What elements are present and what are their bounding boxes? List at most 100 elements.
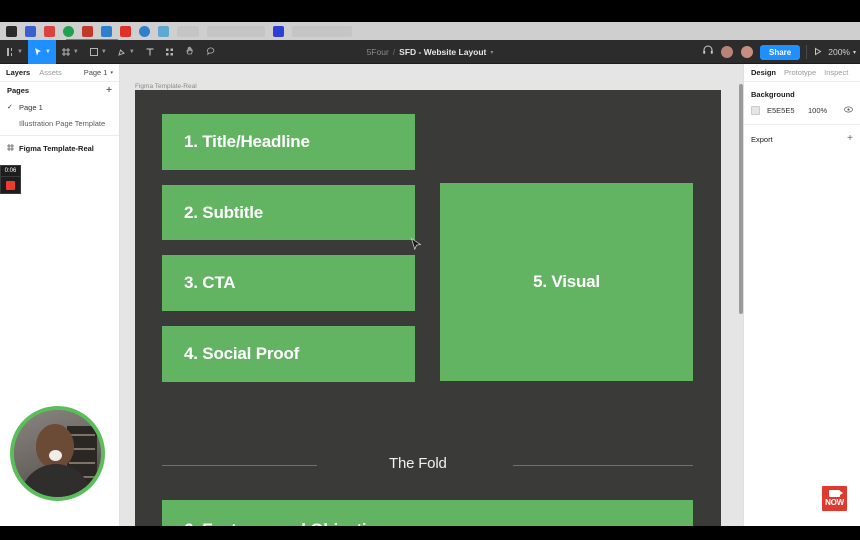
chevron-down-icon: ▼ xyxy=(44,48,51,55)
pen-tool-icon[interactable]: ▼ xyxy=(112,40,140,64)
frame-tool-icon[interactable]: ▼ xyxy=(56,40,84,64)
fold-divider-right xyxy=(513,465,693,466)
block-label: 5. Visual xyxy=(533,272,600,291)
webcam-video-bubble[interactable] xyxy=(10,406,105,501)
chevron-down-icon: ▼ xyxy=(128,48,135,55)
hand-tool-icon[interactable] xyxy=(180,40,201,64)
tab-title-placeholder-1[interactable] xyxy=(177,25,199,37)
block-title-headline[interactable]: 1. Title/Headline xyxy=(162,114,415,170)
webcam-person-head xyxy=(36,424,74,468)
add-export-button[interactable]: + xyxy=(847,134,853,144)
chevron-down-icon: ▼ xyxy=(100,48,107,55)
browser-chrome xyxy=(0,0,860,42)
stop-recording-button[interactable] xyxy=(0,177,21,194)
pages-section-label: Pages xyxy=(7,86,30,95)
tab-favicon-5[interactable] xyxy=(82,25,93,37)
fold-label: The Fold xyxy=(389,455,447,472)
page-item-page-1[interactable]: ✓ Page 1 xyxy=(0,99,119,115)
chevron-down-icon: ▼ xyxy=(72,48,79,55)
tab-favicon-7[interactable] xyxy=(120,25,131,37)
file-name[interactable]: SFD - Website Layout xyxy=(399,47,486,57)
camera-icon xyxy=(829,490,843,497)
browser-titlebar xyxy=(0,0,860,22)
page-item-label: Page 1 xyxy=(19,102,43,112)
panel-divider xyxy=(744,124,860,125)
tab-layers[interactable]: Layers xyxy=(6,68,30,77)
page-selector[interactable]: Page 1 ▾ xyxy=(84,68,113,77)
stop-square-icon xyxy=(6,180,15,190)
page-item-label: Illustration Page Template xyxy=(19,118,106,128)
toolbar-divider xyxy=(806,45,808,59)
shape-tool-icon[interactable]: ▼ xyxy=(84,40,112,64)
frame-name-label[interactable]: Figma Template-Real xyxy=(135,83,197,90)
tab-favicon-10[interactable] xyxy=(273,25,284,37)
block-subtitle[interactable]: 2. Subtitle xyxy=(162,185,415,240)
main-menu-icon[interactable]: ▼ xyxy=(0,40,28,64)
tab-favicon-3[interactable] xyxy=(44,25,55,37)
block-cta[interactable]: 3. CTA xyxy=(162,255,415,311)
background-section-label: Background xyxy=(751,90,795,99)
chevron-down-icon: ▾ xyxy=(110,69,113,76)
tab-favicon-1[interactable] xyxy=(6,25,17,37)
zoom-level-control[interactable]: 200% ▾ xyxy=(828,47,856,57)
right-panel-tabs: Design Prototype Inspect xyxy=(744,64,860,82)
frame-layer-icon xyxy=(7,143,14,153)
panel-divider xyxy=(0,135,119,136)
tab-favicon-9[interactable] xyxy=(158,25,169,37)
chevron-down-icon: ▼ xyxy=(17,48,23,55)
layer-item-label: Figma Template-Real xyxy=(19,143,94,153)
tab-title-placeholder-2[interactable] xyxy=(207,25,265,37)
tab-design[interactable]: Design xyxy=(751,68,776,77)
zoom-level-value: 200% xyxy=(828,47,850,57)
text-tool-icon[interactable] xyxy=(140,40,160,64)
design-panel: Design Prototype Inspect Background E5E5… xyxy=(743,64,860,540)
block-visual[interactable]: 5. Visual xyxy=(440,183,693,381)
background-color-row[interactable]: E5E5E5 100% xyxy=(744,102,860,118)
now-badge-label: NOW xyxy=(825,498,844,507)
eye-icon[interactable] xyxy=(844,106,853,115)
pages-section-header: Pages + xyxy=(0,82,119,99)
add-page-button[interactable]: + xyxy=(106,85,112,96)
tab-assets[interactable]: Assets xyxy=(39,68,62,77)
resources-icon[interactable] xyxy=(160,40,180,64)
background-hex-value[interactable]: E5E5E5 xyxy=(767,106,801,115)
background-opacity-value[interactable]: 100% xyxy=(808,106,832,115)
collaborator-avatar-1[interactable] xyxy=(720,45,734,59)
tab-prototype[interactable]: Prototype xyxy=(784,68,816,77)
layer-item-figma-template-real[interactable]: Figma Template-Real xyxy=(0,140,119,156)
browser-tab-bar[interactable] xyxy=(0,22,860,40)
team-name[interactable]: 5Four xyxy=(367,47,389,57)
headphones-icon[interactable] xyxy=(702,43,714,61)
color-swatch[interactable] xyxy=(751,105,760,115)
block-label: 3. CTA xyxy=(184,273,236,292)
left-panel-tabs: Layers Assets Page 1 ▾ xyxy=(0,64,119,82)
fold-divider-left xyxy=(162,465,317,466)
block-label: 2. Subtitle xyxy=(184,202,264,222)
now-recording-badge[interactable]: NOW xyxy=(821,485,848,512)
figma-canvas[interactable]: Figma Template-Real 1. Title/Headline 2.… xyxy=(120,64,742,540)
comment-tool-icon[interactable] xyxy=(201,40,222,64)
design-frame[interactable]: 1. Title/Headline 2. Subtitle 3. CTA 4. … xyxy=(135,90,721,540)
tab-favicon-2[interactable] xyxy=(25,25,36,37)
block-label: 4. Social Proof xyxy=(184,344,300,363)
page-selector-label: Page 1 xyxy=(83,68,108,77)
bottom-black-bar xyxy=(0,526,860,540)
tab-title-placeholder-3[interactable] xyxy=(292,25,352,37)
tab-inspect[interactable]: Inspect xyxy=(824,68,848,77)
recording-timer: 0:06 xyxy=(0,165,21,177)
tab-favicon-4[interactable] xyxy=(63,25,74,37)
share-button[interactable]: Share xyxy=(760,44,801,60)
check-icon: ✓ xyxy=(7,104,13,111)
page-item-illustration-template[interactable]: Illustration Page Template xyxy=(0,115,119,131)
toolbar-right-cluster: Share 200% ▾ xyxy=(702,40,856,64)
chevron-down-icon[interactable]: ▾ xyxy=(490,49,493,56)
block-social-proof[interactable]: 4. Social Proof xyxy=(162,326,415,382)
figma-app-window: ▼ ▼ ▼ ▼ ▼ 5Four / SFD - Website Layout ▾… xyxy=(0,0,860,540)
tab-favicon-8[interactable] xyxy=(139,25,150,37)
export-section-label: Export xyxy=(751,134,773,144)
collaborator-avatar-2[interactable] xyxy=(740,45,754,59)
tab-favicon-6[interactable] xyxy=(101,25,112,37)
screen-recorder-widget: 0:06 xyxy=(0,165,21,194)
present-play-icon[interactable] xyxy=(813,43,822,61)
move-tool-icon[interactable]: ▼ xyxy=(27,39,56,64)
